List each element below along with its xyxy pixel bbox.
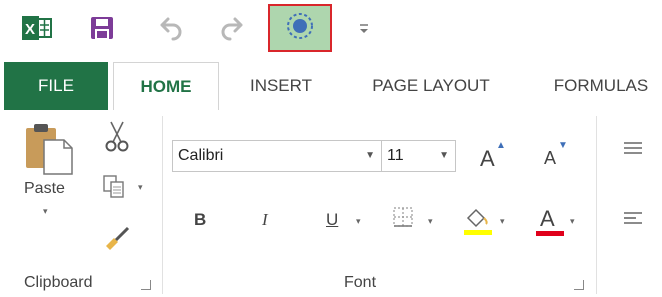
- font-size-combo[interactable]: 11 ▼: [381, 140, 456, 172]
- underline-button[interactable]: U: [326, 210, 338, 230]
- cut-icon[interactable]: [103, 120, 131, 152]
- font-color-icon: A: [540, 206, 555, 231]
- fill-color-icon[interactable]: [462, 204, 496, 236]
- undo-icon[interactable]: [155, 14, 185, 42]
- clipboard-group-label: Clipboard: [24, 274, 93, 291]
- quick-access-toolbar: X: [0, 0, 662, 62]
- tab-formulas[interactable]: FORMULAS: [540, 62, 662, 110]
- tab-home[interactable]: HOME: [113, 62, 219, 111]
- record-icon: [285, 11, 315, 46]
- customize-qat-icon[interactable]: [354, 16, 374, 40]
- ribbon-tab-bar: FILE HOME INSERT PAGE LAYOUT FORMULAS: [0, 62, 662, 111]
- chevron-down-icon[interactable]: ▼: [439, 141, 449, 171]
- format-painter-icon[interactable]: [104, 222, 134, 250]
- borders-dropdown-icon[interactable]: ▾: [428, 216, 433, 227]
- shrink-font-button[interactable]: A ▼: [544, 140, 574, 172]
- font-launcher-icon[interactable]: [574, 280, 584, 290]
- redo-icon[interactable]: [218, 14, 248, 42]
- fill-color-dropdown-icon[interactable]: ▾: [500, 216, 505, 227]
- record-button[interactable]: [268, 4, 332, 52]
- font-color-button[interactable]: A: [534, 204, 566, 238]
- underline-dropdown-icon[interactable]: ▾: [356, 216, 361, 227]
- font-family-value: Calibri: [178, 147, 224, 164]
- borders-icon[interactable]: [392, 206, 416, 230]
- grow-font-button[interactable]: A ▲: [480, 140, 510, 172]
- excel-logo-icon: X: [22, 14, 52, 42]
- tab-page-layout[interactable]: PAGE LAYOUT: [355, 62, 507, 110]
- group-divider: [596, 116, 597, 294]
- caret-up-icon: ▲: [496, 140, 506, 151]
- align-left-icon[interactable]: [622, 210, 648, 232]
- font-family-combo[interactable]: Calibri ▼: [172, 140, 382, 172]
- font-size-value: 11: [387, 147, 404, 164]
- copy-icon[interactable]: [102, 174, 132, 200]
- font-group-label: Font: [344, 274, 377, 291]
- tab-file[interactable]: FILE: [4, 62, 108, 110]
- align-top-icon[interactable]: [622, 140, 648, 160]
- paste-label[interactable]: Paste: [24, 180, 65, 198]
- grow-font-icon: A: [480, 146, 495, 171]
- italic-button[interactable]: I: [262, 210, 268, 230]
- paste-icon[interactable]: [22, 120, 78, 176]
- copy-dropdown-icon[interactable]: ▾: [138, 182, 143, 193]
- font-color-dropdown-icon[interactable]: ▾: [570, 216, 575, 227]
- paste-dropdown-icon[interactable]: ▾: [43, 206, 48, 217]
- bold-button[interactable]: B: [194, 210, 206, 230]
- svg-text:X: X: [25, 21, 35, 38]
- tab-insert[interactable]: INSERT: [235, 62, 327, 110]
- caret-down-icon: ▼: [558, 140, 568, 151]
- chevron-down-icon[interactable]: ▼: [365, 141, 375, 171]
- clipboard-launcher-icon[interactable]: [141, 280, 151, 290]
- group-divider: [162, 116, 163, 294]
- shrink-font-icon: A: [544, 148, 557, 168]
- ribbon-home: Paste ▾ ▾ Clipboard Calibri ▼ 11 ▼ A ▲ A…: [0, 110, 662, 297]
- save-icon[interactable]: [88, 14, 116, 42]
- font-color-bar: [536, 231, 564, 236]
